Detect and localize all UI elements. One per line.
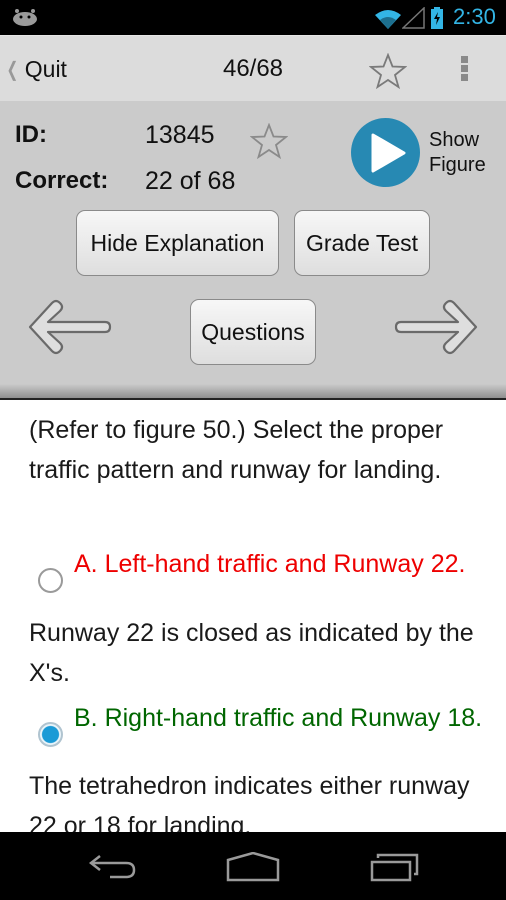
wifi-icon (374, 8, 402, 35)
answer-option-b[interactable]: B. Right-hand traffic and Runway 18. (0, 702, 506, 772)
battery-charging-icon (430, 7, 444, 34)
quit-label: Quit (24, 55, 67, 82)
explanation-b: The tetrahedron indicates either runway … (29, 772, 470, 832)
show-figure-label: Show Figure (429, 128, 486, 178)
hide-explanation-button[interactable]: Hide Explanation (76, 210, 279, 276)
question-content[interactable]: (Refer to figure 50.) Select the proper … (0, 398, 506, 832)
home-icon[interactable] (226, 851, 280, 887)
bookmark-star-icon[interactable] (368, 52, 408, 94)
id-value: 13845 (145, 121, 215, 149)
questions-button[interactable]: Questions (190, 299, 316, 365)
system-nav-bar (0, 832, 506, 900)
signal-icon (401, 6, 426, 34)
radio-unselected[interactable] (38, 568, 63, 593)
correct-value: 22 of 68 (145, 167, 236, 195)
play-button[interactable] (351, 118, 420, 187)
control-panel: ID: 13845 Correct: 22 of 68 Show Figure … (0, 101, 506, 398)
status-bar: 2:30 (0, 0, 506, 35)
answer-option-a[interactable]: A. Left-hand traffic and Runway 22. (0, 545, 506, 615)
next-arrow-icon[interactable] (394, 297, 480, 362)
play-icon (371, 133, 406, 173)
recent-apps-icon[interactable] (370, 852, 420, 887)
quit-button[interactable]: ❮ Quit (4, 36, 67, 102)
show-figure-button[interactable]: Show Figure (351, 118, 501, 188)
grade-test-button[interactable]: Grade Test (294, 210, 430, 276)
answer-b-label: B. Right-hand traffic and Runway 18. (74, 704, 483, 732)
android-debug-icon (12, 8, 38, 31)
show-figure-line1: Show (429, 129, 480, 151)
question-text: (Refer to figure 50.) Select the proper … (29, 416, 444, 484)
radio-selected[interactable] (38, 722, 63, 747)
answer-a-label: A. Left-hand traffic and Runway 22. (74, 550, 466, 578)
clock: 2:30 (453, 4, 496, 29)
back-icon[interactable] (88, 852, 138, 885)
explanation-a: Runway 22 is closed as indicated by the … (29, 619, 474, 687)
favorite-star-icon[interactable] (249, 122, 289, 164)
back-chevron-icon: ❮ (6, 58, 19, 81)
correct-label: Correct: (15, 167, 109, 194)
previous-arrow-icon[interactable] (26, 297, 112, 362)
action-bar: 46/68 ❮ Quit (0, 35, 506, 101)
id-label: ID: (15, 121, 47, 148)
question-counter: 46/68 (222, 55, 284, 82)
panel-shadow (0, 384, 506, 398)
overflow-menu-icon[interactable] (461, 56, 471, 83)
show-figure-line2: Figure (429, 154, 486, 176)
